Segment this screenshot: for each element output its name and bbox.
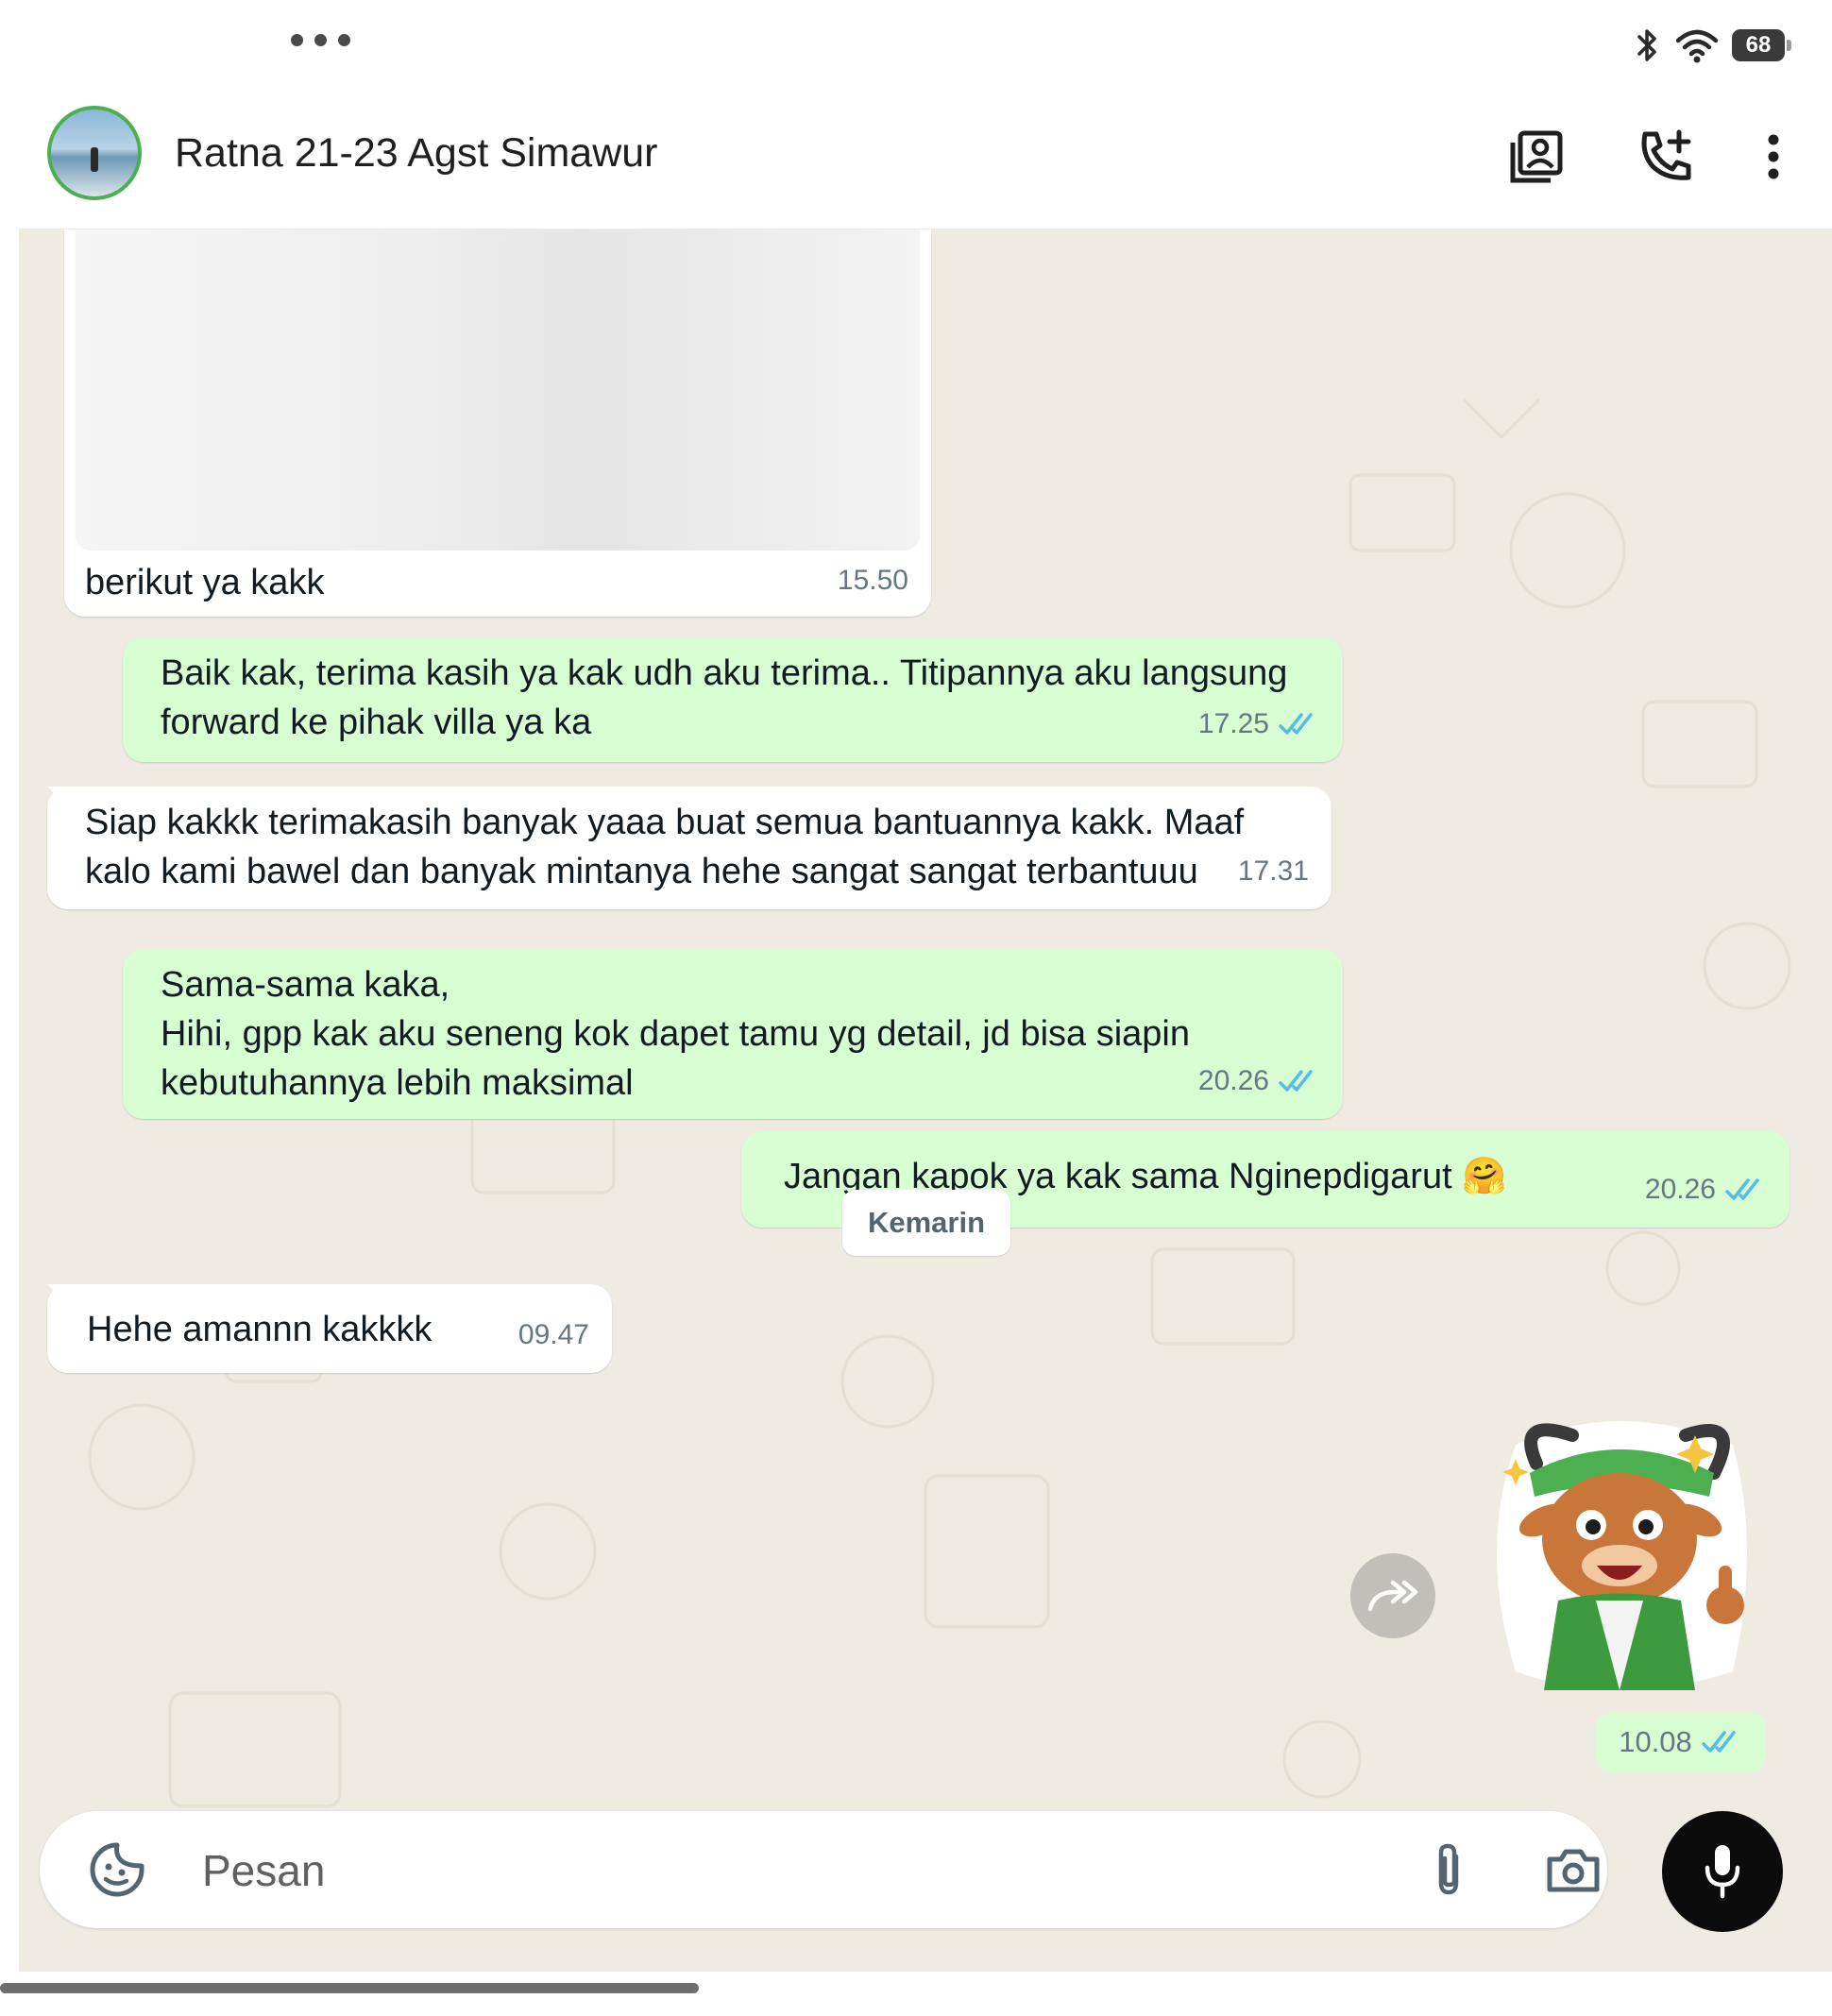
double-check-icon [1279, 1070, 1313, 1092]
forward-button[interactable] [1350, 1553, 1435, 1638]
message-text: Baik kak, terima kasih ya kak udh aku te… [161, 653, 1298, 742]
message-time: 17.25 [1197, 708, 1269, 739]
add-call-icon [1641, 129, 1691, 180]
sticker-icon [90, 1842, 144, 1897]
message-incoming[interactable]: Siap kakkk terimakasih banyak yaaa buat … [47, 787, 1332, 909]
message-text: Hehe amannn kakkkk [87, 1310, 433, 1349]
message-time: 09.47 [517, 1319, 589, 1350]
chat-area[interactable]: berikut ya kakk 15.50 Baik kak, terima k… [19, 229, 1832, 1972]
bubble-tail [47, 787, 72, 811]
blurred-image-attachment[interactable] [76, 229, 920, 551]
message-incoming[interactable]: berikut ya kakk 15.50 [64, 229, 931, 617]
message-composer [40, 1811, 1607, 1928]
bubble-tail [47, 1284, 72, 1309]
contact-card-button[interactable] [1506, 127, 1567, 187]
system-icons: 68 [1634, 26, 1791, 64]
message-text: Siap kakkk terimakasih banyak yaaa buat … [85, 803, 1254, 891]
message-outgoing[interactable]: Baik kak, terima kasih ya kak udh aku te… [123, 637, 1343, 762]
message-text: berikut ya kakk [85, 563, 325, 602]
attach-button[interactable] [1418, 1839, 1479, 1900]
double-check-icon [1702, 1731, 1736, 1753]
message-time: 15.50 [837, 565, 908, 596]
voice-message-button[interactable] [1662, 1811, 1783, 1932]
message-time: 17.31 [1237, 856, 1309, 887]
message-input[interactable] [200, 1838, 1290, 1904]
message-time: 20.26 [1644, 1174, 1716, 1205]
add-call-button[interactable] [1636, 127, 1696, 187]
mic-icon [1705, 1845, 1740, 1899]
message-time: 10.08 [1619, 1725, 1692, 1758]
goat-sticker[interactable] [1478, 1407, 1771, 1700]
date-separator: Kemarin [842, 1190, 1010, 1256]
message-incoming[interactable]: Hehe amannn kakkkk 09.47 [47, 1284, 612, 1373]
avatar[interactable] [47, 106, 142, 200]
wifi-icon [1675, 29, 1719, 63]
status-bar: 68 [0, 0, 1832, 85]
home-indicator[interactable] [0, 1983, 699, 1993]
sticker-meta: 10.08 [1596, 1712, 1766, 1772]
camera-button[interactable] [1543, 1839, 1603, 1900]
double-check-icon [1725, 1178, 1759, 1200]
battery-icon: 68 [1732, 29, 1791, 61]
sticker-button[interactable] [87, 1839, 147, 1900]
bluetooth-icon [1637, 29, 1656, 61]
camera-icon [1547, 1849, 1600, 1892]
chat-header: Ratna 21-23 Agst Simawur [19, 85, 1832, 229]
double-check-icon [1279, 713, 1313, 735]
contact-card-icon [1510, 130, 1563, 183]
message-outgoing[interactable]: Sama-sama kaka, Hihi, gpp kak aku seneng… [123, 949, 1343, 1119]
more-options-button[interactable] [1743, 127, 1804, 187]
navigation-area [0, 1972, 1832, 2016]
attach-icon [1438, 1843, 1459, 1895]
forward-icon [1367, 1580, 1418, 1612]
battery-level: 68 [1745, 32, 1772, 58]
message-text: Sama-sama kaka, Hihi, gpp kak aku seneng… [161, 965, 1190, 1103]
window-dots-icon[interactable] [291, 34, 350, 46]
contact-name[interactable]: Ratna 21-23 Agst Simawur [175, 130, 658, 177]
message-time: 20.26 [1197, 1065, 1269, 1096]
more-vert-icon [1768, 134, 1779, 179]
